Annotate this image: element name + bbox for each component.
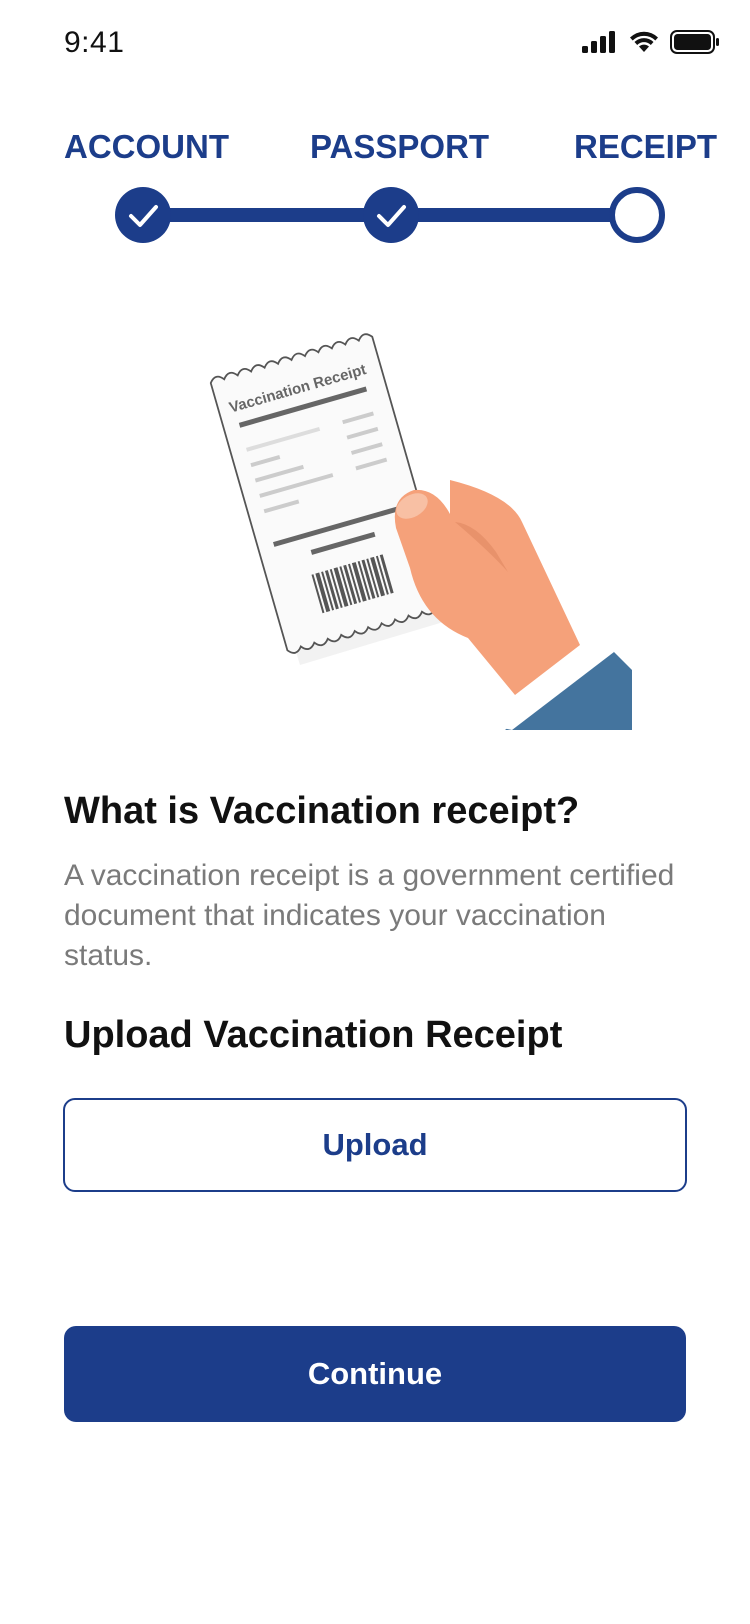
continue-button[interactable]: Continue: [64, 1326, 686, 1422]
battery-icon: [670, 30, 719, 54]
step-label-passport: PASSPORT: [310, 128, 490, 165]
step-account-check-icon: [115, 187, 171, 243]
step-passport-check-icon: [363, 187, 419, 243]
description-text: A vaccination receipt is a government ce…: [64, 859, 675, 972]
upload-button[interactable]: Upload: [63, 1098, 687, 1192]
stepper-track: [115, 187, 665, 243]
step-label-account: ACCOUNT: [64, 128, 229, 165]
hand-icon: [394, 480, 580, 695]
cellular-signal-icon: [582, 31, 615, 53]
question-heading: What is Vaccination receipt?: [64, 790, 580, 832]
hand-holding-receipt-illustration: Vaccination Receipt: [209, 333, 632, 730]
screen: 9:41 ACCOUNT PASSPORT RECEIPT Vaccinatio…: [0, 0, 750, 1624]
wifi-icon: [630, 31, 658, 52]
step-receipt-current-icon: [609, 187, 665, 243]
status-time: 9:41: [64, 26, 125, 59]
step-label-receipt: RECEIPT: [574, 128, 718, 165]
status-icons: [582, 30, 720, 54]
upload-heading: Upload Vaccination Receipt: [64, 1014, 563, 1056]
